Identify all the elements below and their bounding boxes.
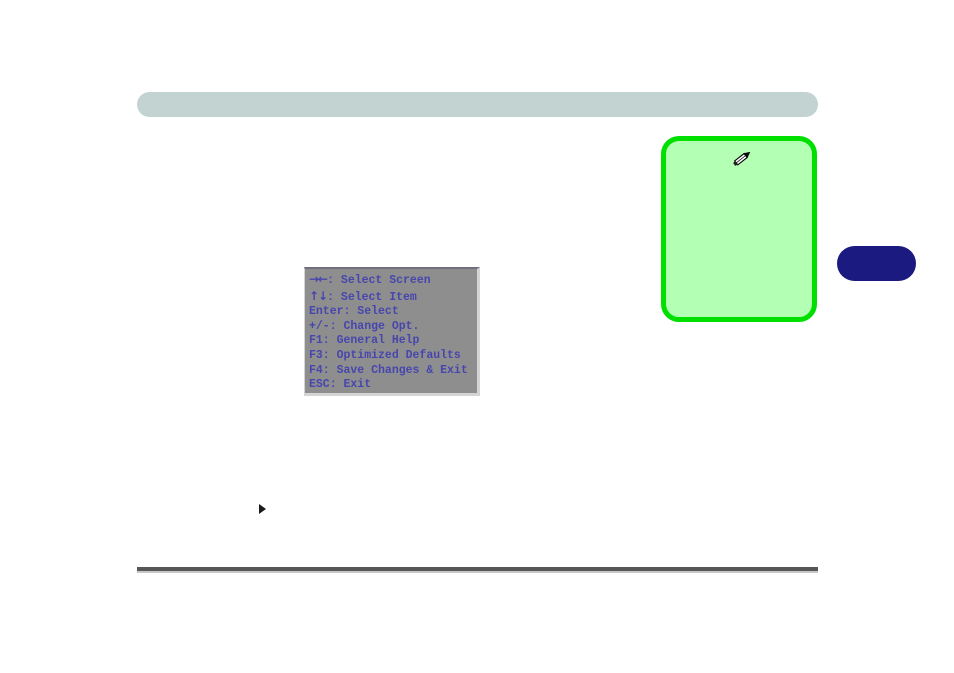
arrow-left-right-icon: →← bbox=[309, 272, 328, 286]
bios-help-line: ESC: Exit bbox=[309, 378, 372, 392]
footer-divider bbox=[137, 567, 818, 573]
bios-help-line-text: : Select Screen bbox=[327, 274, 431, 287]
sub-bullet-item bbox=[259, 504, 272, 514]
footer-divider-shadow bbox=[137, 571, 818, 573]
bios-help-line: F3: Optimized Defaults bbox=[309, 348, 461, 362]
pencil-icon bbox=[729, 147, 755, 171]
bios-help-panel: →←: Select Screen ↑↓: Select Item Enter:… bbox=[304, 267, 480, 396]
header-banner bbox=[137, 92, 818, 117]
bios-help-line: F1: General Help bbox=[309, 334, 420, 348]
bios-help-line: Enter: Select bbox=[309, 305, 399, 319]
arrow-up-down-icon: ↑↓ bbox=[309, 288, 328, 303]
document-page: →←: Select Screen ↑↓: Select Item Enter:… bbox=[0, 0, 954, 673]
bios-help-line: F4: Save Changes & Exit bbox=[309, 363, 468, 377]
bios-help-line: ↑↓: Select Item bbox=[309, 289, 477, 306]
bios-help-line: +/-: Change Opt. bbox=[309, 319, 420, 333]
chapter-marker-tab[interactable] bbox=[837, 246, 916, 281]
bios-help-line: →←: Select Screen bbox=[309, 272, 477, 289]
triangle-right-icon bbox=[259, 504, 266, 514]
bios-help-line-text: : Select Item bbox=[327, 290, 417, 304]
note-callout-box bbox=[661, 136, 817, 322]
